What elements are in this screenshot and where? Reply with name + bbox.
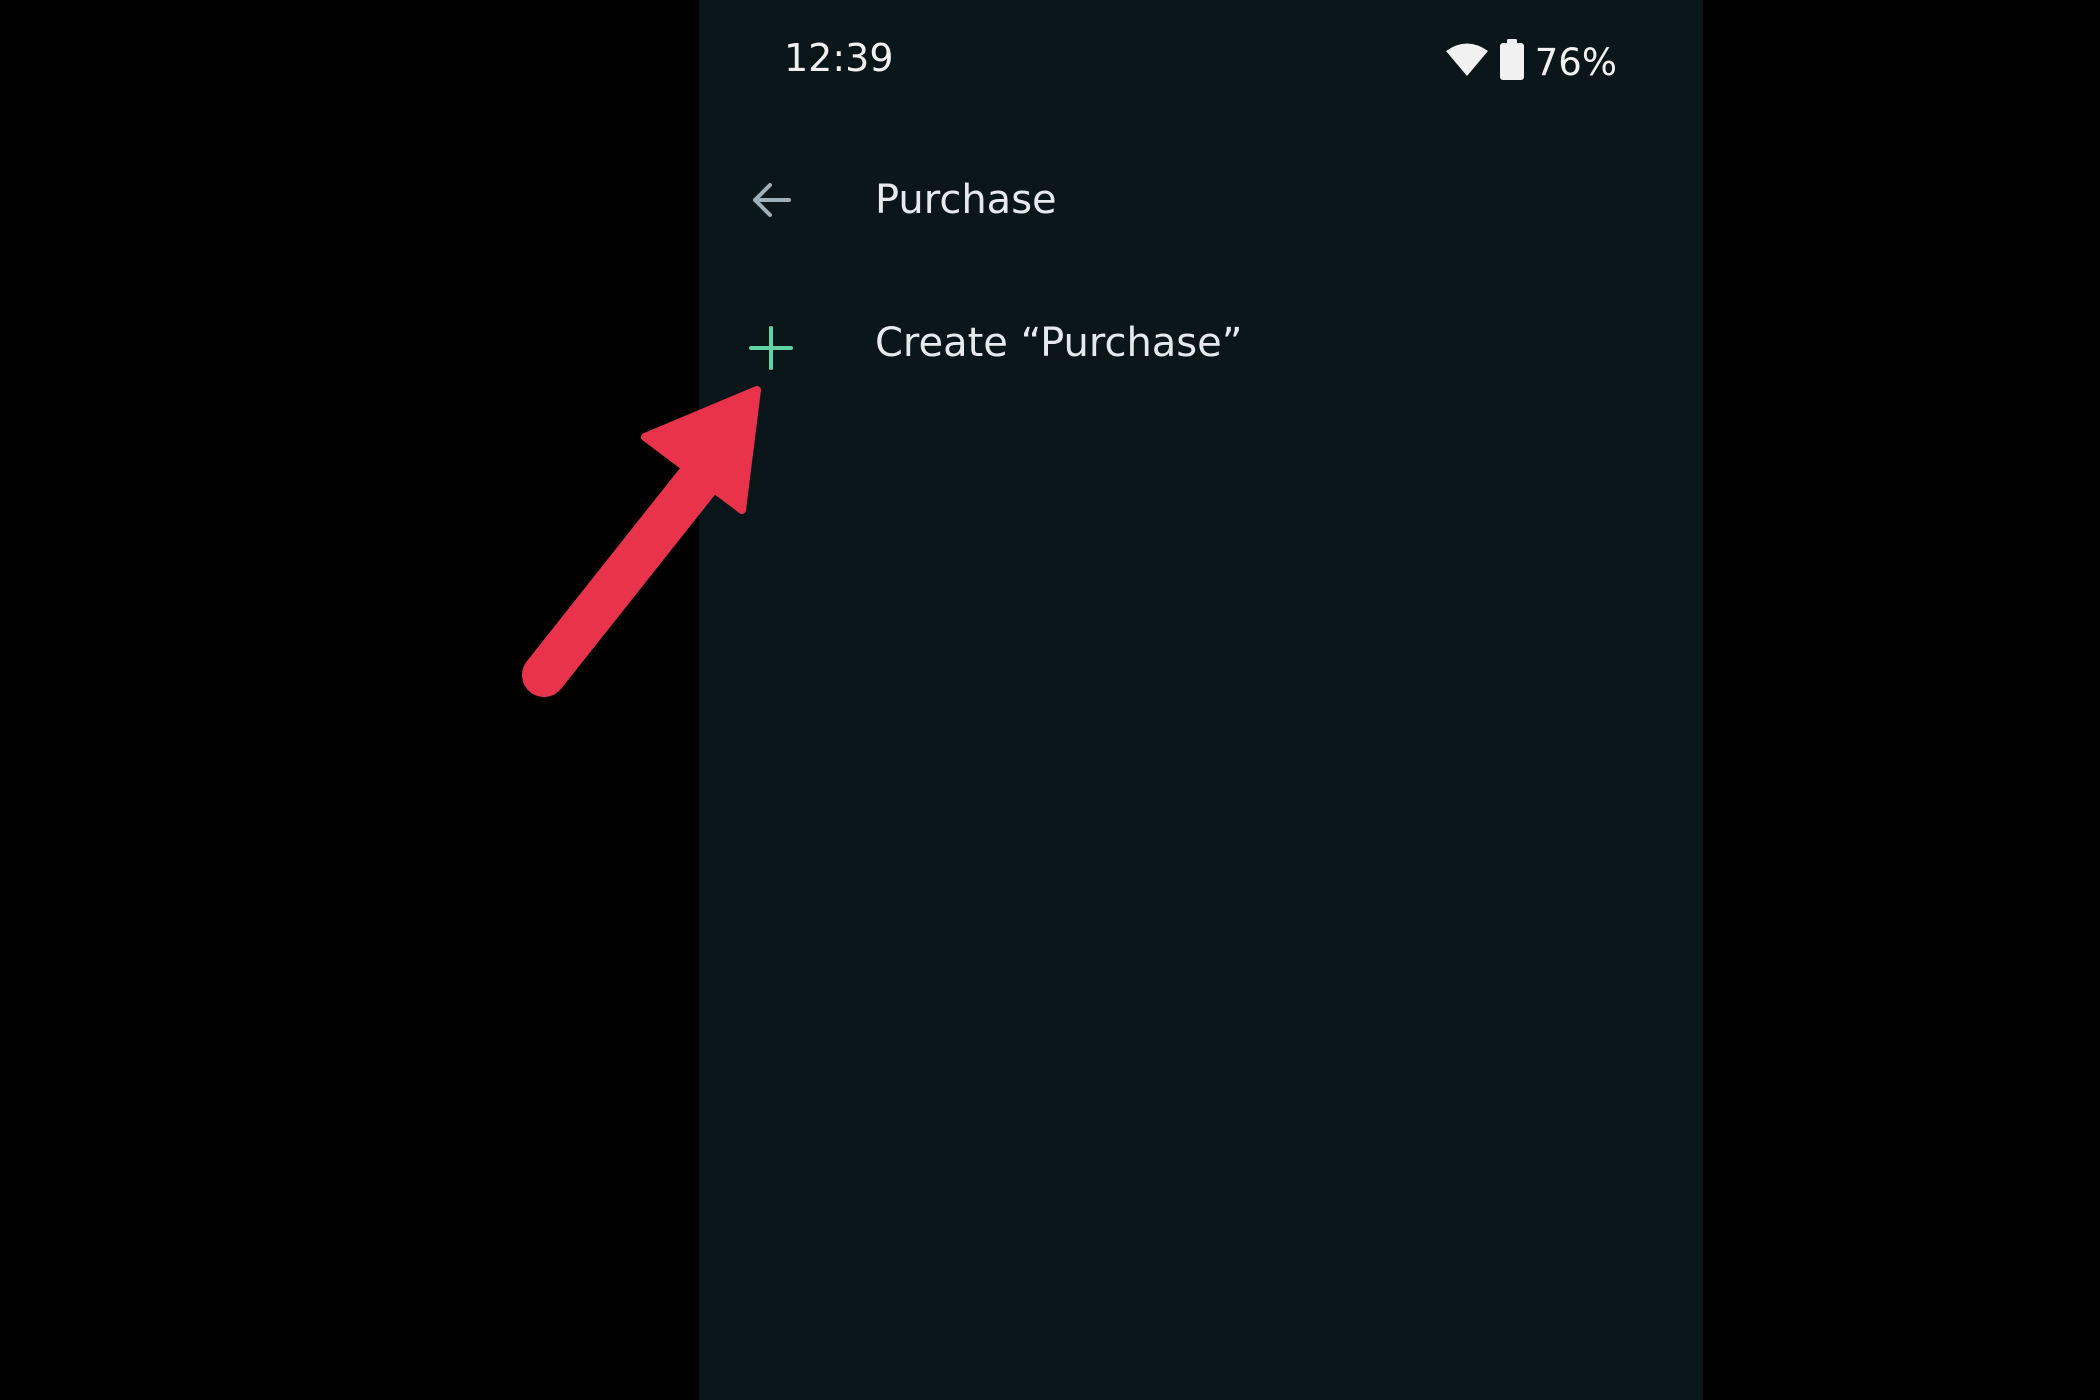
wifi-icon bbox=[1445, 42, 1489, 82]
search-input[interactable] bbox=[875, 170, 1655, 230]
battery-percent: 76% bbox=[1534, 40, 1617, 84]
plus-icon bbox=[743, 320, 799, 376]
phone-screen: 12:39 76% Purchase Create “Purchase” bbox=[699, 0, 1703, 1400]
arrow-left-icon bbox=[749, 178, 793, 226]
create-label-option[interactable]: Create “Purchase” bbox=[699, 298, 1703, 398]
status-time: 12:39 bbox=[784, 36, 894, 80]
search-bar bbox=[699, 150, 1703, 250]
back-button[interactable] bbox=[743, 174, 799, 230]
status-icons: 76% bbox=[1445, 39, 1617, 85]
status-bar: 12:39 76% bbox=[699, 0, 1703, 125]
battery-icon bbox=[1499, 39, 1525, 85]
create-option-label: Create “Purchase” bbox=[875, 320, 1243, 366]
